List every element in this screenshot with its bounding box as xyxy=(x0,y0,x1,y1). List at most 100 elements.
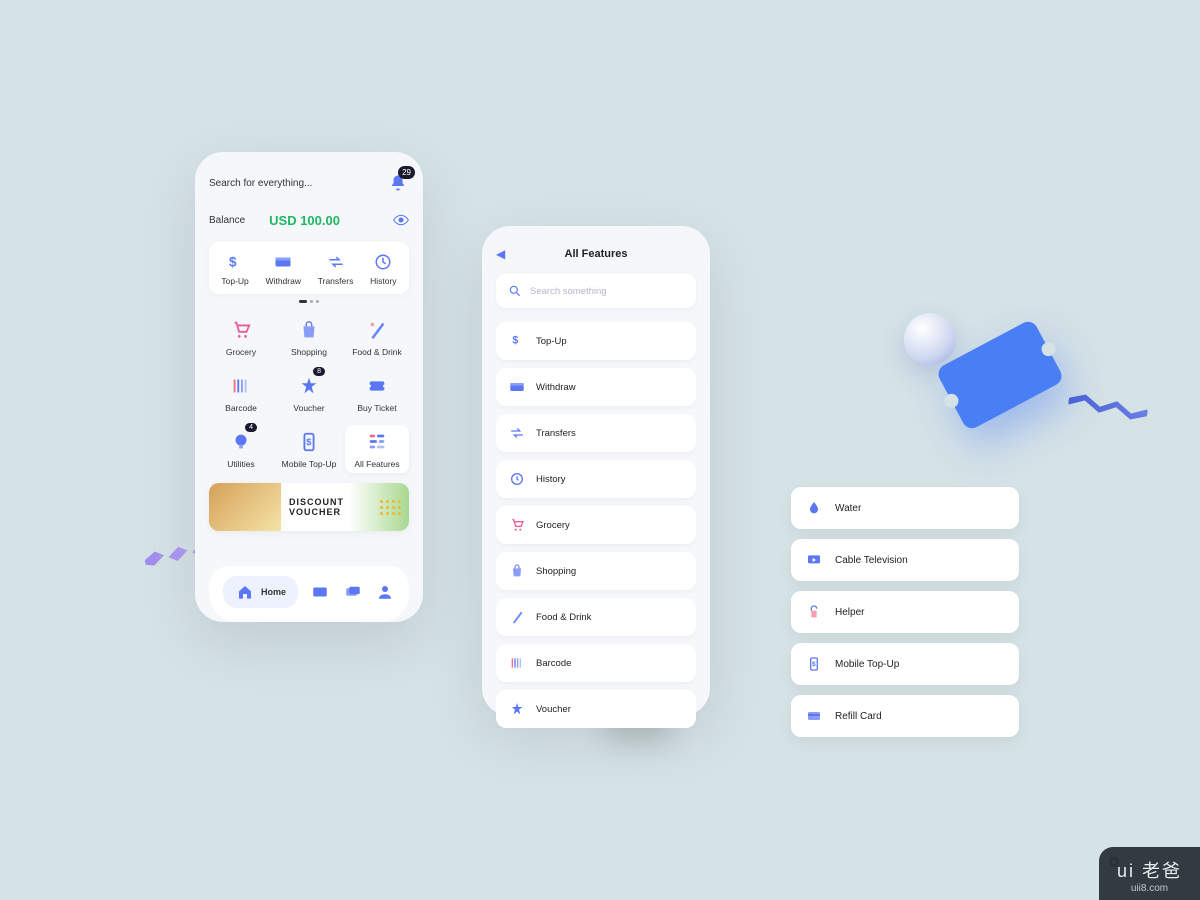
tab-label: Home xyxy=(261,587,286,597)
banner-image xyxy=(209,483,281,531)
category-barcode[interactable]: Barcode xyxy=(209,369,273,417)
ticket-icon xyxy=(364,373,390,399)
transfer-icon xyxy=(326,252,346,272)
watermark-url: uii8.com xyxy=(1131,883,1168,894)
wallet-icon xyxy=(273,252,293,272)
balance-value: USD 100.00 xyxy=(269,213,340,228)
decorative-wave-blue xyxy=(1067,388,1150,426)
grid-icon xyxy=(364,429,390,455)
card-icon xyxy=(805,707,823,725)
feature-label: Top-Up xyxy=(536,336,567,347)
watermark-brand: ui 老爸 xyxy=(1117,857,1182,883)
banner-line2: VOUCHER xyxy=(289,507,380,517)
bulb-icon xyxy=(228,429,254,455)
feature-item-cable-tv[interactable]: Cable Television xyxy=(791,539,1019,581)
quick-action-topup[interactable]: $ Top-Up xyxy=(221,252,248,286)
category-mobile-topup[interactable]: $ Mobile Top-Up xyxy=(277,425,341,473)
voucher-icon xyxy=(508,700,526,718)
search-icon xyxy=(508,284,522,298)
category-shopping[interactable]: Shopping xyxy=(277,313,341,361)
feature-item-water[interactable]: Water xyxy=(791,487,1019,529)
category-voucher[interactable]: 8 Voucher xyxy=(277,369,341,417)
tab-home[interactable]: Home xyxy=(223,576,298,608)
eye-icon xyxy=(393,212,409,228)
page-indicator xyxy=(209,300,409,303)
category-grocery[interactable]: Grocery xyxy=(209,313,273,361)
svg-text:$: $ xyxy=(229,255,237,270)
food-icon xyxy=(364,317,390,343)
feature-label: Voucher xyxy=(536,704,571,715)
feature-item-withdraw[interactable]: Withdraw xyxy=(496,368,696,406)
tab-cards[interactable] xyxy=(343,582,363,602)
category-label: Food & Drink xyxy=(352,347,402,357)
back-button[interactable]: ◀ xyxy=(496,247,505,261)
category-grid: Grocery Shopping Food & Drink Barcode 8 … xyxy=(209,313,409,473)
category-label: Voucher xyxy=(293,403,324,413)
visibility-toggle[interactable] xyxy=(393,212,409,228)
category-all-features[interactable]: All Features xyxy=(345,425,409,473)
feature-item-helper[interactable]: Helper xyxy=(791,591,1019,633)
feature-item-refill-card[interactable]: Refill Card xyxy=(791,695,1019,737)
decorative-sphere xyxy=(904,313,956,365)
phone-icon: $ xyxy=(296,429,322,455)
feature-item-history[interactable]: History xyxy=(496,460,696,498)
category-label: Shopping xyxy=(291,347,327,357)
feature-item-shopping[interactable]: Shopping xyxy=(496,552,696,590)
wallet-icon xyxy=(508,378,526,396)
feature-label: Cable Television xyxy=(835,555,908,566)
svg-text:$: $ xyxy=(512,335,518,347)
feature-label: Grocery xyxy=(536,520,570,531)
bag-icon xyxy=(296,317,322,343)
feature-list: $ Top-Up Withdraw Transfers History Groce… xyxy=(496,322,696,728)
promo-banner[interactable]: DISCOUNT VOUCHER xyxy=(209,483,409,531)
feature-item-transfers[interactable]: Transfers xyxy=(496,414,696,452)
category-label: Grocery xyxy=(226,347,256,357)
feature-label: Refill Card xyxy=(835,711,882,722)
all-features-screen: ◀ All Features Search something $Top-Up … xyxy=(482,226,710,716)
feature-label: Water xyxy=(835,503,861,514)
transfer-icon xyxy=(508,424,526,442)
feature-item-grocery[interactable]: Grocery xyxy=(496,506,696,544)
search-placeholder: Search something xyxy=(530,286,607,297)
clock-icon xyxy=(373,252,393,272)
notification-badge: 29 xyxy=(398,166,415,179)
tab-profile[interactable] xyxy=(375,582,395,602)
home-icon xyxy=(235,582,255,602)
category-label: Mobile Top-Up xyxy=(282,459,337,469)
feature-item-mobile-topup[interactable]: $Mobile Top-Up xyxy=(791,643,1019,685)
feature-item-voucher[interactable]: Voucher xyxy=(496,690,696,728)
quick-action-transfers[interactable]: Transfers xyxy=(318,252,354,286)
tab-wallet[interactable] xyxy=(310,582,330,602)
banner-line1: DISCOUNT xyxy=(289,497,380,507)
category-buy-ticket[interactable]: Buy Ticket xyxy=(345,369,409,417)
additional-features-column: Water Cable Television Helper $Mobile To… xyxy=(791,487,1019,737)
quick-action-withdraw[interactable]: Withdraw xyxy=(266,252,301,286)
water-icon xyxy=(805,499,823,517)
balance-label: Balance xyxy=(209,215,245,226)
bag-icon xyxy=(508,562,526,580)
food-icon xyxy=(508,608,526,626)
feature-item-topup[interactable]: $ Top-Up xyxy=(496,322,696,360)
barcode-icon xyxy=(228,373,254,399)
feature-label: Withdraw xyxy=(536,382,576,393)
feature-label: Barcode xyxy=(536,658,571,669)
category-food-drink[interactable]: Food & Drink xyxy=(345,313,409,361)
voucher-icon xyxy=(296,373,322,399)
cart-icon xyxy=(508,516,526,534)
feature-item-food-drink[interactable]: Food & Drink xyxy=(496,598,696,636)
feature-item-barcode[interactable]: Barcode xyxy=(496,644,696,682)
dollar-icon: $ xyxy=(508,332,526,350)
watermark: ui 老爸 uii8.com xyxy=(1099,847,1200,900)
notification-bell[interactable]: 29 xyxy=(387,172,409,194)
search-input[interactable]: Search something xyxy=(496,274,696,308)
feature-label: History xyxy=(536,474,566,485)
feature-label: Shopping xyxy=(536,566,576,577)
svg-text:$: $ xyxy=(812,661,816,668)
category-utilities[interactable]: 4 Utilities xyxy=(209,425,273,473)
quick-action-label: History xyxy=(370,276,396,286)
search-input[interactable]: Search for everything... xyxy=(209,178,387,189)
quick-action-history[interactable]: History xyxy=(370,252,396,286)
feature-label: Food & Drink xyxy=(536,612,591,623)
helper-icon xyxy=(805,603,823,621)
page-title: All Features xyxy=(565,248,628,260)
